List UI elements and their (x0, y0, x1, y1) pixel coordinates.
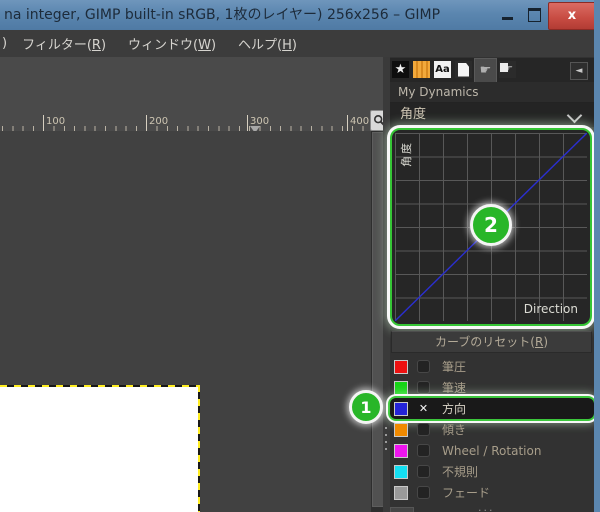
curve-x-axis-label: Direction (524, 302, 578, 316)
horizontal-ruler[interactable]: 100 200 300 400 (0, 113, 370, 132)
menu-item-windows[interactable]: ウィンドウ(W) (117, 34, 227, 53)
menu-bar: ) フィルター(R) ウィンドウ(W) ヘルプ(H) (0, 30, 594, 58)
ruler-label-200: 200 (149, 116, 168, 127)
color-swatch (394, 465, 408, 479)
window-title: na integer, GIMP built-in sRGB, 1枚のレイヤー)… (4, 0, 440, 30)
bottom-toolbar-stub (390, 507, 414, 512)
dock-divider[interactable] (383, 57, 390, 512)
tab-brushes[interactable]: ★ (390, 58, 411, 81)
layer-boundary-top (0, 385, 200, 387)
row-label: 傾き (442, 421, 466, 438)
dynamics-hand-icon: ☛ (477, 62, 494, 79)
image-layer-white[interactable] (0, 387, 198, 512)
close-button[interactable]: x (548, 2, 596, 30)
tab-fonts[interactable]: Aa (432, 58, 453, 81)
reset-curve-button[interactable]: カーブのリセット(R) (391, 331, 592, 353)
row-direction-selected[interactable]: ✕ 方向 (390, 398, 594, 419)
tool-preset-hand-icon: ☛ (499, 61, 516, 78)
row-tilt[interactable]: 傾き (390, 419, 594, 440)
row-wheel-rotation[interactable]: Wheel / Rotation (390, 440, 594, 461)
dock-collapse-button[interactable]: ◄ (570, 62, 588, 80)
row-random[interactable]: 不規則 (390, 461, 594, 482)
panel-resize-grip[interactable]: ··· (478, 504, 495, 512)
canvas-area: 100 200 300 400 (0, 57, 383, 512)
image-viewport[interactable] (0, 131, 371, 512)
color-swatch (394, 486, 408, 500)
divider-grip (385, 441, 387, 443)
checkbox[interactable] (417, 465, 430, 478)
chevron-down-icon (567, 108, 583, 124)
ruler-label-400: 400 (350, 116, 369, 127)
row-label: Wheel / Rotation (442, 444, 541, 458)
close-icon: x (568, 8, 576, 23)
page-shape (458, 63, 469, 77)
maximize-button[interactable] (522, 6, 546, 23)
window-border (594, 0, 600, 512)
row-pressure[interactable]: 筆圧 (390, 356, 594, 377)
star-icon: ★ (392, 61, 409, 78)
checkbox[interactable] (417, 486, 430, 499)
checkbox[interactable] (417, 360, 430, 373)
color-swatch (394, 402, 408, 416)
ruler-tick (146, 115, 147, 132)
tab-tool-presets[interactable]: ☛ (497, 58, 518, 81)
row-fade[interactable]: フェード (390, 482, 594, 503)
checkbox-checked[interactable]: ✕ (417, 402, 430, 415)
tab-dynamics-active[interactable]: ☛ (474, 58, 497, 82)
menu-item-partial[interactable]: ) (0, 36, 11, 51)
tab-patterns[interactable] (411, 58, 432, 81)
ruler-tick (247, 115, 248, 132)
dynamics-output-list: 筆圧 筆速 ✕ 方向 傾き Wheel / Rotation (390, 356, 594, 503)
font-icon: Aa (434, 61, 451, 78)
color-swatch (394, 423, 408, 437)
layer-boundary-right (198, 385, 200, 512)
dock-tab-bar: ★ Aa ☛ ☛ ◄ (390, 58, 594, 82)
title-bar: na integer, GIMP built-in sRGB, 1枚のレイヤー)… (0, 0, 600, 30)
checkbox[interactable] (417, 381, 430, 394)
ruler-tick (43, 115, 44, 132)
annotation-step-2: 2 (470, 204, 512, 246)
checkbox[interactable] (417, 444, 430, 457)
row-label: 筆圧 (442, 358, 466, 375)
menu-item-help[interactable]: ヘルプ(H) (227, 34, 308, 53)
divider-grip (385, 427, 387, 429)
color-swatch (394, 360, 408, 374)
ruler-label-100: 100 (46, 116, 65, 127)
minimize-button[interactable] (496, 6, 520, 23)
row-label: 不規則 (442, 463, 478, 480)
divider-grip (385, 434, 387, 436)
curve-y-axis-label: 角度 (398, 141, 414, 167)
output-select-dropdown[interactable]: 角度 (390, 103, 594, 127)
preset-square (500, 63, 508, 72)
row-label: 方向 (442, 400, 466, 417)
dynamics-name-header: My Dynamics (390, 82, 594, 103)
maximize-icon (528, 8, 541, 22)
checkbox[interactable] (417, 423, 430, 436)
minimize-icon (502, 17, 513, 20)
annotation-step-1: 1 (349, 390, 383, 424)
color-swatch (394, 444, 408, 458)
row-label: 筆速 (442, 379, 466, 396)
color-swatch (394, 381, 408, 395)
dropdown-value: 角度 (400, 107, 426, 122)
menu-item-filters[interactable]: フィルター(R) (11, 34, 117, 53)
row-label: フェード (442, 484, 490, 501)
divider-grip (385, 448, 387, 450)
row-velocity[interactable]: 筆速 (390, 377, 594, 398)
gimp-window: na integer, GIMP built-in sRGB, 1枚のレイヤー)… (0, 0, 600, 512)
pattern-icon (413, 61, 430, 78)
dynamics-editor-panel: ★ Aa ☛ ☛ ◄ My Dynamics 角度 角度 Direction カ… (390, 57, 594, 512)
ruler-tick (347, 115, 348, 132)
tab-document-history[interactable] (453, 58, 474, 81)
document-icon (455, 61, 472, 78)
vertical-scrollbar[interactable] (371, 131, 383, 512)
